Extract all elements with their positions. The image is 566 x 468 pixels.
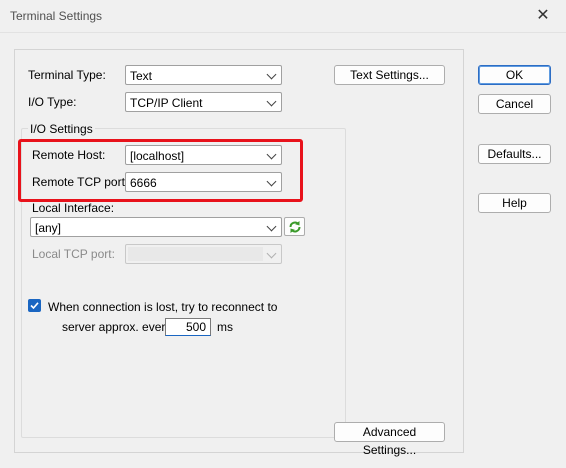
reconnect-unit-label: ms [217, 320, 233, 334]
reconnect-checkbox[interactable] [28, 299, 41, 312]
reconnect-label: When connection is lost, try to reconnec… [48, 300, 278, 314]
reconnect-interval-input[interactable]: 500 [165, 318, 211, 336]
title-bar: Terminal Settings ✕ [0, 0, 566, 33]
terminal-type-dropdown[interactable]: Text [125, 65, 282, 85]
local-tcp-port-dropdown [125, 244, 282, 264]
refresh-interfaces-button[interactable] [284, 217, 305, 236]
io-type-dropdown[interactable]: TCP/IP Client [125, 92, 282, 112]
checkmark-icon [30, 302, 39, 310]
io-type-label: I/O Type: [28, 95, 77, 109]
help-button[interactable]: Help [478, 193, 551, 213]
reconnect-interval-label: server approx. every [62, 320, 172, 334]
local-interface-label: Local Interface: [32, 201, 115, 215]
refresh-icon [289, 221, 301, 233]
io-settings-group-label: I/O Settings [28, 122, 95, 136]
local-interface-value: [any] [35, 221, 62, 235]
terminal-type-value: Text [130, 69, 153, 83]
window-title: Terminal Settings [10, 9, 103, 23]
defaults-button[interactable]: Defaults... [478, 144, 551, 164]
text-settings-button[interactable]: Text Settings... [334, 65, 445, 85]
close-icon[interactable]: ✕ [530, 3, 556, 29]
local-interface-dropdown[interactable]: [any] [30, 217, 282, 237]
chevron-down-icon [266, 96, 277, 107]
terminal-type-label: Terminal Type: [28, 68, 106, 82]
cancel-button[interactable]: Cancel [478, 94, 551, 114]
io-type-value: TCP/IP Client [130, 96, 203, 110]
highlight-box [18, 139, 303, 202]
chevron-down-icon [266, 69, 277, 80]
local-tcp-port-label: Local TCP port: [32, 247, 115, 261]
advanced-settings-button[interactable]: Advanced Settings... [334, 422, 445, 457]
chevron-down-icon [266, 221, 277, 232]
chevron-down-icon [266, 248, 277, 259]
local-tcp-port-value [128, 247, 263, 261]
ok-button[interactable]: OK [478, 65, 551, 85]
